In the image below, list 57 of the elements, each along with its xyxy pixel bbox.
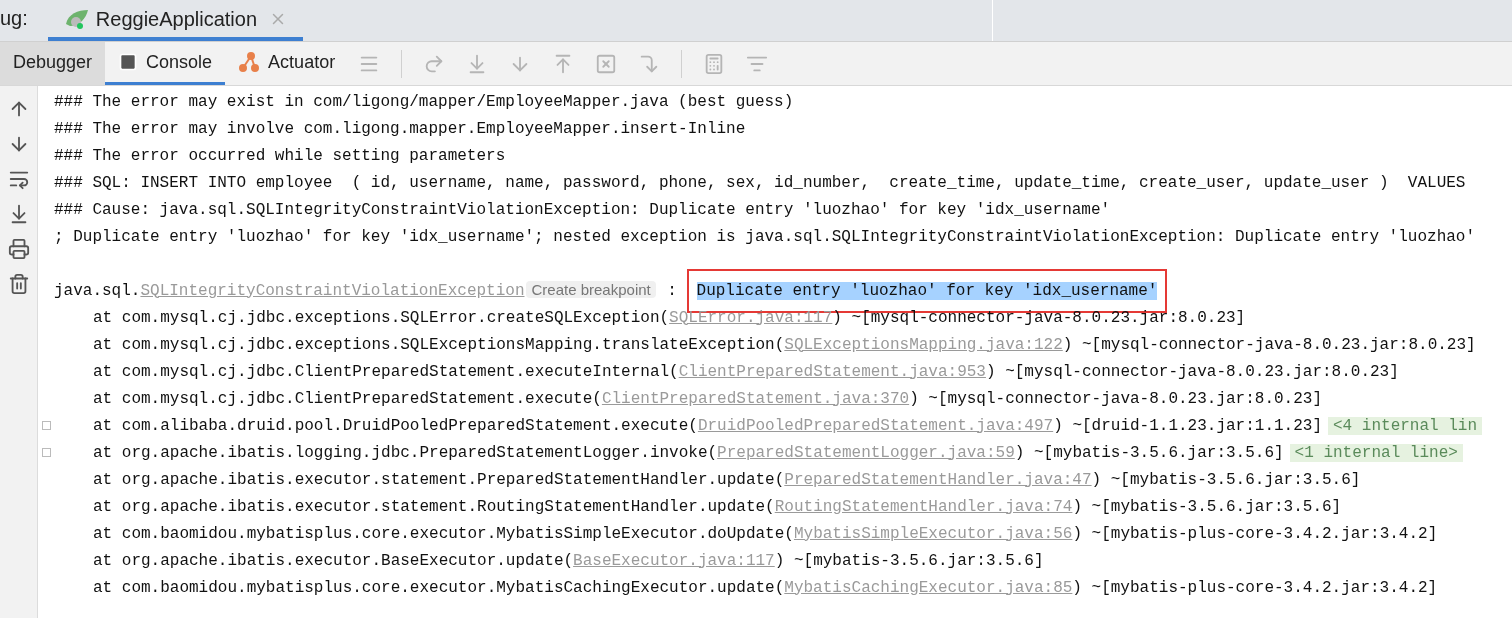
console-text: ) ~[mybatis-3.5.6.jar:3.5.6]: [1014, 443, 1284, 462]
source-link[interactable]: ClientPreparedStatement.java:953: [678, 362, 986, 381]
selected-text: Duplicate entry 'luozhao' for key 'idx_username': [696, 281, 1158, 300]
source-link[interactable]: BaseExecutor.java:117: [573, 551, 775, 570]
console-text: at com.alibaba.druid.pool.DruidPooledPreparedStatement.execute(: [93, 416, 698, 435]
console-text: ### The error occurred while setting parameters: [54, 146, 506, 165]
source-link[interactable]: PreparedStatementLogger.java:59: [717, 443, 1015, 462]
console-text: at com.baomidou.mybatisplus.core.executor.MybatisCachingExecutor.update(: [93, 578, 785, 597]
source-link[interactable]: MybatisCachingExecutor.java:85: [784, 578, 1073, 597]
console-text: at org.apache.ibatis.logging.jdbc.PreparedStatementLogger.invoke(: [93, 443, 718, 462]
console-text: ) ~[mysql-connector-java-8.0.23.jar:8.0.23]: [985, 362, 1399, 381]
actuator-icon: [238, 52, 261, 72]
fold-icon[interactable]: [41, 448, 51, 457]
source-link[interactable]: DruidPooledPreparedStatement.java:497: [697, 416, 1054, 435]
console-text: at com.mysql.cj.jdbc.ClientPreparedStatement.executeInternal(: [93, 362, 679, 381]
toolbar-tab[interactable]: Debugger: [0, 42, 106, 85]
console-text: ) ~[mysql-connector-java-8.0.23.jar:8.0.23]: [832, 308, 1246, 327]
source-link[interactable]: MybatisSimpleExecutor.java:56: [793, 524, 1073, 543]
console-text: ) ~[mybatis-3.5.6.jar:3.5.6]: [1091, 470, 1361, 489]
source-link[interactable]: PreparedStatementHandler.java:47: [784, 470, 1092, 489]
toolbar-tab[interactable]: Console: [105, 42, 226, 85]
console-text: at org.apache.ibatis.executor.statement.PreparedStatementHandler.update(: [93, 470, 785, 489]
console-text: java.sql.: [54, 281, 141, 300]
leaf-icon: [63, 7, 90, 30]
console-text: ) ~[mybatis-plus-core-3.4.2.jar:3.4.2]: [1072, 578, 1438, 597]
trash-icon[interactable]: [7, 273, 30, 295]
fold-icon[interactable]: [41, 421, 51, 430]
console-text: at com.mysql.cj.jdbc.exceptions.SQLError.createSQLException(: [93, 308, 670, 327]
toolbar-tab[interactable]: Actuator: [225, 42, 349, 85]
console-text: ) ~[mysql-connector-java-8.0.23.jar:8.0.23]: [1062, 335, 1476, 354]
console-text: ### Cause: java.sql.SQLIntegrityConstraintViolationException: Duplicate entry 'luozhao' for key 'idx_username': [54, 200, 1111, 219]
source-link[interactable]: RoutingStatementHandler.java:74: [774, 497, 1073, 516]
console-text: ; Duplicate entry 'luozhao' for key 'idx_username'; nested exception is java.sql.SQLIntegrityConstraintViolationException: Duplicate entry 'luozhao': [54, 227, 1476, 246]
console-text: at com.baomidou.mybatisplus.core.executor.MybatisSimpleExecutor.doUpdate(: [93, 524, 794, 543]
tab-label: ReggieApplication: [95, 6, 258, 32]
console-text: ### The error may involve com.ligong.mapper.EmployeeMapper.insert-Inline: [54, 119, 746, 138]
console-text: at com.mysql.cj.jdbc.exceptions.SQLExceptionsMapping.translateException(: [93, 335, 785, 354]
internal-lines-badge[interactable]: <1 internal line>: [1289, 443, 1463, 462]
source-link[interactable]: ClientPreparedStatement.java:370: [601, 389, 910, 408]
source-link[interactable]: SQLExceptionsMapping.java:122: [784, 335, 1063, 354]
console-text: ) ~[druid-1.1.23.jar:1.1.23]: [1053, 416, 1322, 435]
create-breakpoint-hint[interactable]: Create breakpoint: [526, 280, 656, 298]
source-link[interactable]: SQLIntegrityConstraintViolationException: [140, 281, 525, 300]
console-text: :: [666, 281, 678, 300]
internal-lines-badge[interactable]: <4 internal lin: [1328, 416, 1483, 435]
console-text: ) ~[mybatis-plus-core-3.4.2.jar:3.4.2]: [1072, 524, 1438, 543]
console-text: ) ~[mysql-connector-java-8.0.23.jar:8.0.23]: [909, 389, 1322, 408]
console-text: at org.apache.ibatis.executor.statement.RoutingStatementHandler.update(: [93, 497, 775, 516]
source-link[interactable]: SQLError.java:117: [669, 308, 833, 327]
print-icon[interactable]: [7, 238, 30, 260]
console-text: ) ~[mybatis-3.5.6.jar:3.5.6]: [774, 551, 1044, 570]
console-text: ### The error may exist in com/ligong/mapper/EmployeeMapper.java (best guess): [54, 92, 794, 111]
console-text: at org.apache.ibatis.executor.BaseExecutor.update(: [93, 551, 574, 570]
console-text: ) ~[mybatis-3.5.6.jar:3.5.6]: [1072, 497, 1342, 516]
header-label: ug:: [0, 6, 28, 31]
console-text: ### SQL: INSERT INTO employee ( id, username, name, password, phone, sex, id_number, create_time, update_time, create_user, update_user ) VALUES: [54, 173, 1466, 192]
console-text: at com.mysql.cj.jdbc.ClientPreparedStatement.execute(: [93, 389, 602, 408]
